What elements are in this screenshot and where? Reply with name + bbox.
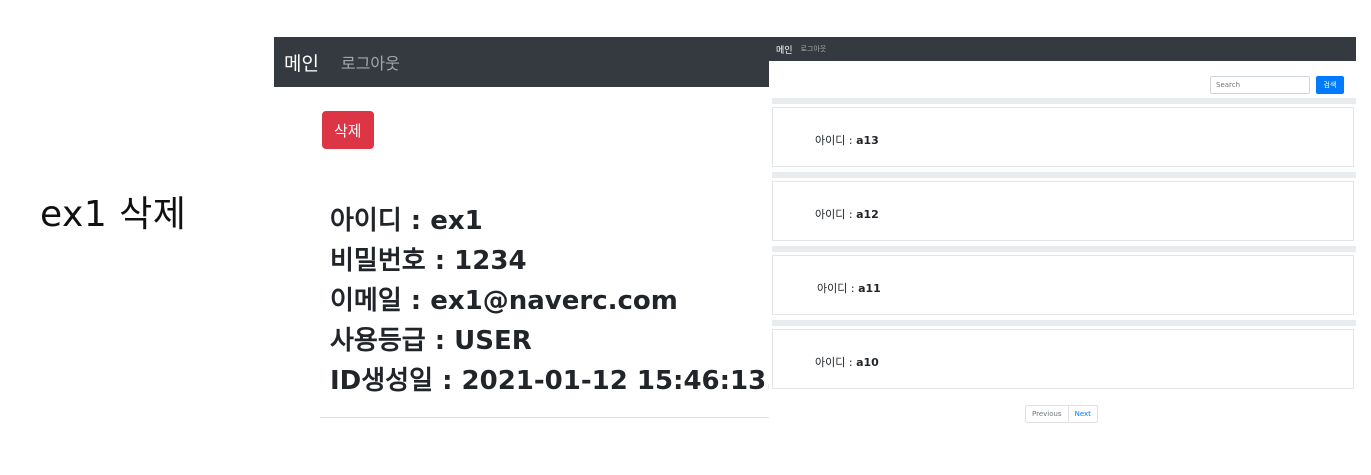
separator bbox=[772, 246, 1356, 252]
previous-page-button[interactable]: Previous bbox=[1025, 405, 1069, 423]
divider bbox=[320, 417, 769, 418]
caption: ex1 삭제 bbox=[40, 194, 187, 235]
nav-logout-link[interactable]: 로그아웃 bbox=[341, 50, 400, 74]
nav-brand-main[interactable]: 메인 bbox=[776, 43, 793, 56]
list-item-text: 아이디 : a11 bbox=[817, 282, 881, 295]
navbar: 메인 로그아웃 bbox=[274, 37, 769, 87]
nav-brand-main[interactable]: 메인 bbox=[284, 49, 319, 76]
user-email-text: 이메일 : ex1@naverc.com bbox=[330, 286, 678, 316]
separator bbox=[772, 320, 1356, 326]
user-grade-text: 사용등급 : USER bbox=[330, 326, 532, 356]
list-item-text: 아이디 : a13 bbox=[815, 134, 879, 147]
search-button[interactable]: 검색 bbox=[1316, 76, 1344, 94]
user-id-text: 아이디 : ex1 bbox=[330, 206, 483, 236]
detail-page-screenshot: 메인 로그아웃 삭제 아이디 : ex1 비밀번호 : 1234 이메일 : e… bbox=[274, 37, 769, 475]
user-info: 아이디 : ex1 비밀번호 : 1234 이메일 : ex1@naverc.c… bbox=[330, 201, 769, 401]
pagination: Previous Next bbox=[1025, 405, 1098, 423]
list-item[interactable]: 아이디 : a11 bbox=[772, 255, 1354, 315]
list-item-text: 아이디 : a10 bbox=[815, 356, 879, 369]
separator bbox=[772, 98, 1356, 104]
user-password-text: 비밀번호 : 1234 bbox=[330, 246, 527, 276]
nav-logout-link[interactable]: 로그아웃 bbox=[801, 44, 827, 54]
list-item-text: 아이디 : a12 bbox=[815, 208, 879, 221]
list-item[interactable]: 아이디 : a13 bbox=[772, 107, 1354, 167]
list-item[interactable]: 아이디 : a10 bbox=[772, 329, 1354, 389]
search-form: 검색 bbox=[1210, 76, 1344, 94]
list-page-screenshot: 메인 로그아웃 검색 아이디 : a13 아이디 : a12 아이디 : a11… bbox=[769, 37, 1356, 425]
user-created-text: ID생성일 : 2021-01-12 15:46:13.0 bbox=[330, 366, 769, 396]
separator bbox=[772, 172, 1356, 178]
search-input[interactable] bbox=[1210, 76, 1310, 94]
delete-button[interactable]: 삭제 bbox=[322, 111, 374, 149]
list-item[interactable]: 아이디 : a12 bbox=[772, 181, 1354, 241]
navbar: 메인 로그아웃 bbox=[769, 37, 1356, 61]
next-page-button[interactable]: Next bbox=[1068, 405, 1098, 423]
